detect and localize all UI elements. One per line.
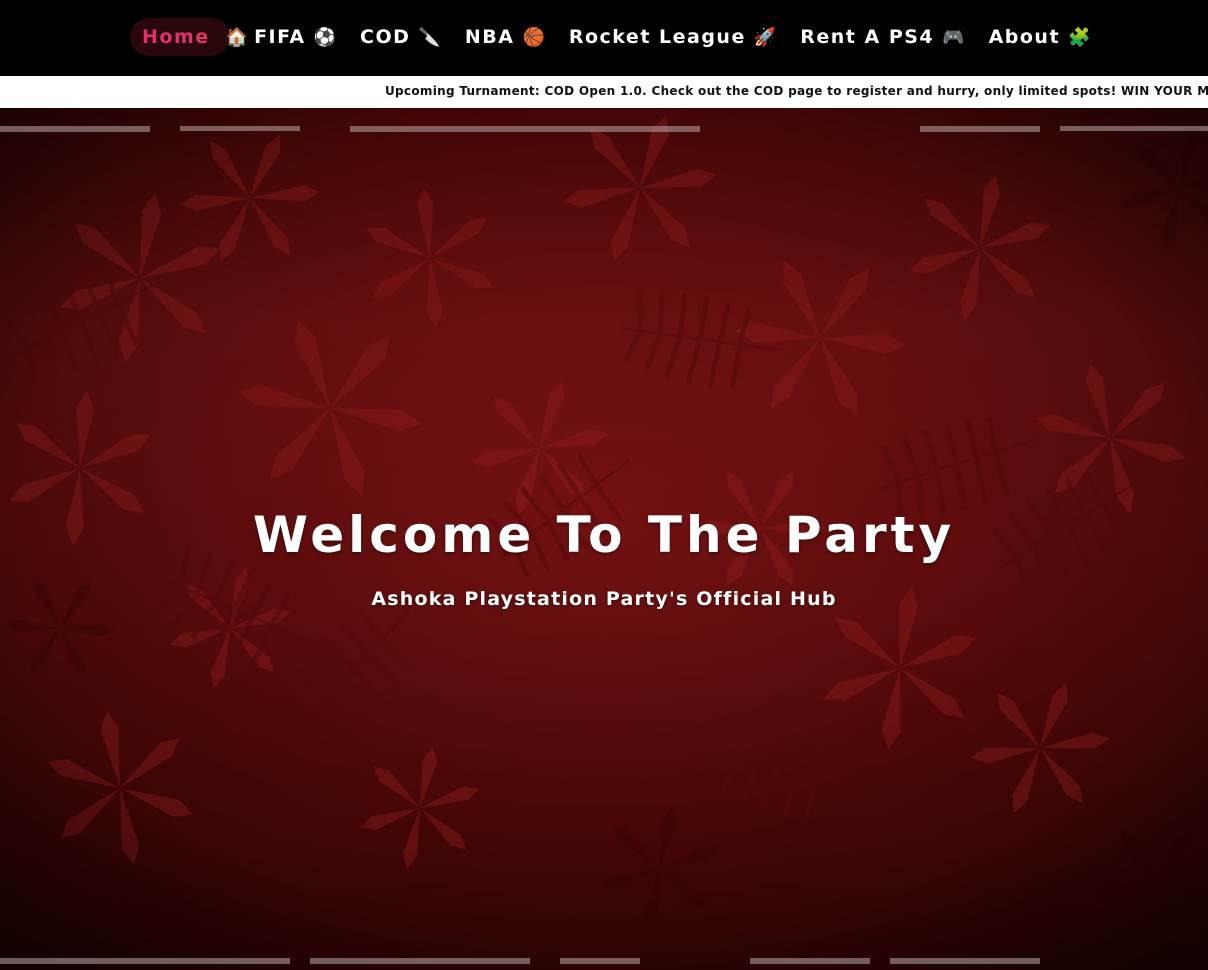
- nav-item-fifa[interactable]: FIFA ⚽: [242, 18, 348, 56]
- nav-item-label: Home: [142, 26, 210, 48]
- gamepad-icon: 🎮: [942, 26, 965, 48]
- basketball-icon: 🏀: [522, 26, 545, 48]
- nav-item-cod[interactable]: COD 🔪: [348, 18, 453, 56]
- soccer-ball-icon: ⚽: [313, 26, 337, 48]
- nav-item-label: NBA: [464, 26, 515, 48]
- ticker-text: Upcoming Turnament: COD Open 1.0. Check …: [385, 84, 1208, 98]
- puzzle-piece-icon: 🧩: [1068, 26, 1091, 48]
- nav-menu: Home 🏠 FIFA ⚽ COD 🔪 NBA 🏀 Rocket League …: [130, 18, 1102, 56]
- nav-item-home[interactable]: Home 🏠: [130, 18, 248, 56]
- nav-item-label: About: [988, 26, 1061, 48]
- nav-item-label: COD: [360, 26, 411, 48]
- nav-item-nba[interactable]: NBA 🏀: [453, 18, 557, 56]
- top-navigation-bar: Home 🏠 FIFA ⚽ COD 🔪 NBA 🏀 Rocket League …: [0, 0, 1208, 76]
- nav-item-rent-a-ps4[interactable]: Rent A PS4 🎮: [788, 18, 976, 56]
- rocket-icon: 🚀: [753, 26, 777, 48]
- hero-subtitle: Ashoka Playstation Party's Official Hub: [371, 588, 837, 610]
- announcement-ticker: Upcoming Turnament: COD Open 1.0. Check …: [0, 76, 1208, 108]
- nav-item-label: Rocket League: [568, 26, 746, 48]
- nav-item-label: Rent A PS4: [800, 26, 935, 48]
- hero-section: Welcome To The Party Ashoka Playstation …: [0, 108, 1208, 970]
- hero-title: Welcome To The Party: [252, 506, 956, 564]
- knife-icon: 🔪: [418, 26, 441, 48]
- nav-item-label: FIFA: [254, 26, 306, 48]
- nav-item-rocket-league[interactable]: Rocket League 🚀: [557, 18, 788, 56]
- nav-item-about[interactable]: About 🧩: [977, 18, 1103, 56]
